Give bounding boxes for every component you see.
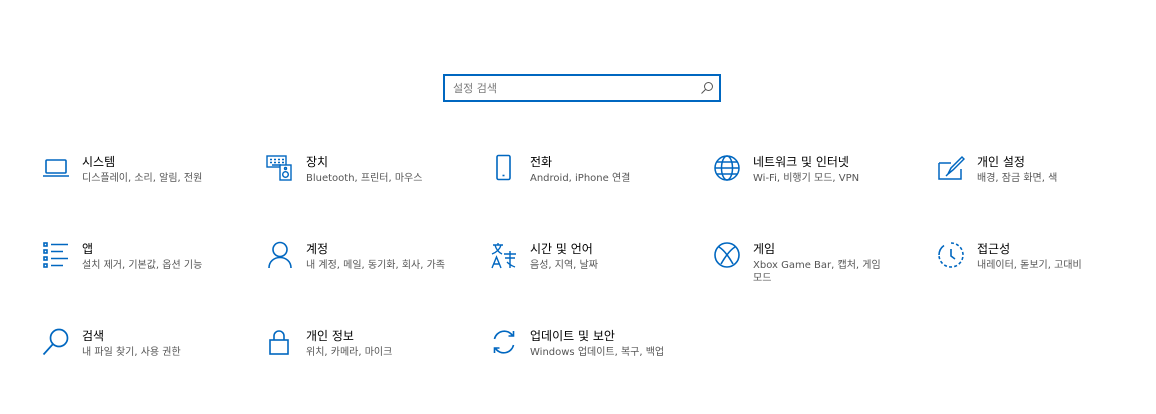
tile-description: 배경, 잠금 화면, 색 (977, 173, 1058, 184)
search-input[interactable] (453, 76, 693, 100)
search-icon[interactable] (700, 81, 714, 95)
tile-title: 앱 (82, 242, 94, 256)
tile-description: Android, iPhone 연결 (530, 173, 631, 184)
tile-title: 업데이트 및 보안 (530, 329, 615, 343)
tile-title: 검색 (82, 329, 105, 343)
person-icon (266, 241, 294, 269)
tile-title: 게임 (753, 242, 776, 256)
tile-time-language[interactable]: 시간 및 언어 음성, 지역, 날짜 (490, 241, 700, 297)
tile-title: 계정 (306, 242, 329, 256)
tile-ease-of-access[interactable]: 접근성 내레이터, 돋보기, 고대비 (937, 241, 1147, 297)
tile-search[interactable]: 검색 내 파일 찾기, 사용 권한 (42, 328, 252, 384)
sync-icon (490, 328, 518, 356)
tile-system[interactable]: 시스템 디스플레이, 소리, 알림, 전원 (42, 154, 252, 210)
tile-title: 접근성 (977, 242, 1011, 256)
tile-title: 장치 (306, 155, 329, 169)
tile-network[interactable]: 네트워크 및 인터넷 Wi-Fi, 비행기 모드, VPN (713, 154, 923, 210)
globe-icon (713, 154, 741, 182)
tile-privacy[interactable]: 개인 정보 위치, 카메라, 마이크 (266, 328, 476, 384)
tile-description: 음성, 지역, 날짜 (530, 260, 598, 271)
tile-title: 시스템 (82, 155, 116, 169)
tile-description: 디스플레이, 소리, 알림, 전원 (82, 173, 203, 184)
tile-description: 위치, 카메라, 마이크 (306, 347, 393, 358)
tile-apps[interactable]: 앱 설치 제거, 기본값, 옵션 기능 (42, 241, 252, 297)
keyboard-speaker-icon (266, 154, 294, 182)
tile-accounts[interactable]: 계정 내 계정, 메일, 동기화, 회사, 가족 (266, 241, 476, 297)
tile-title: 시간 및 언어 (530, 242, 593, 256)
tile-description: 내 계정, 메일, 동기화, 회사, 가족 (306, 260, 446, 271)
paint-pen-icon (937, 154, 965, 182)
tile-description: Windows 업데이트, 복구, 백업 (530, 347, 665, 358)
tile-personalization[interactable]: 개인 설정 배경, 잠금 화면, 색 (937, 154, 1147, 210)
tile-title: 전화 (530, 155, 553, 169)
language-icon (490, 241, 518, 269)
tile-title: 개인 정보 (306, 329, 354, 343)
tile-description: Xbox Game Bar, 캡처, 게임 모드 (753, 260, 881, 284)
tile-devices[interactable]: 장치 Bluetooth, 프린터, 마우스 (266, 154, 476, 210)
tile-title: 네트워크 및 인터넷 (753, 155, 849, 169)
settings-home: 시스템 디스플레이, 소리, 알림, 전원 장치 Bluetooth, 프린터,… (0, 0, 1156, 414)
tile-description: Bluetooth, 프린터, 마우스 (306, 173, 423, 184)
ease-of-access-icon (937, 241, 965, 269)
lock-icon (266, 328, 294, 356)
apps-list-icon (42, 241, 70, 269)
tile-description: 내레이터, 돋보기, 고대비 (977, 260, 1082, 271)
tile-title: 개인 설정 (977, 155, 1025, 169)
xbox-icon (713, 241, 741, 269)
tile-description: Wi-Fi, 비행기 모드, VPN (753, 173, 860, 184)
phone-icon (490, 154, 518, 182)
tile-gaming[interactable]: 게임 Xbox Game Bar, 캡처, 게임 모드 (713, 241, 923, 297)
tile-description: 내 파일 찾기, 사용 권한 (82, 347, 181, 358)
search-icon (42, 328, 70, 356)
search-box[interactable] (443, 74, 721, 102)
laptop-icon (42, 154, 70, 182)
tile-update-security[interactable]: 업데이트 및 보안 Windows 업데이트, 복구, 백업 (490, 328, 700, 384)
tile-phone[interactable]: 전화 Android, iPhone 연결 (490, 154, 700, 210)
tile-description: 설치 제거, 기본값, 옵션 기능 (82, 260, 203, 271)
